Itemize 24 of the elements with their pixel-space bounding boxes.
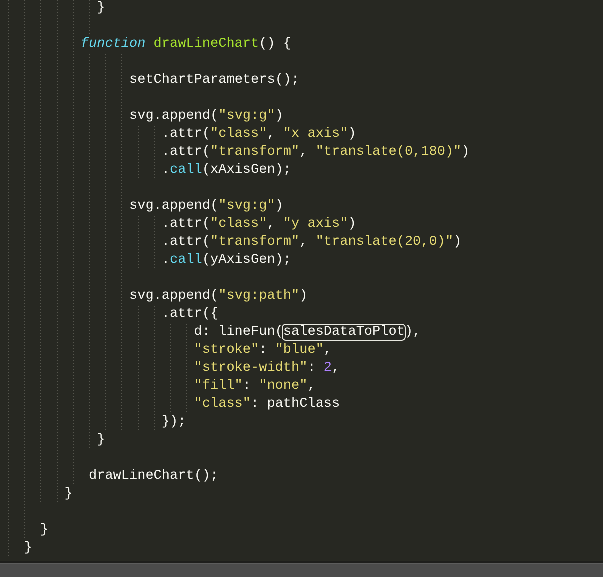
code-line: .attr("class", "y axis") bbox=[162, 216, 356, 234]
code-line: }); bbox=[162, 414, 186, 432]
code-line: d: lineFun(salesDataToPlot), bbox=[194, 324, 422, 342]
code-line: .attr("transform", "translate(20,0)") bbox=[162, 234, 462, 252]
code-line: .call(yAxisGen); bbox=[162, 252, 292, 270]
code-line: } bbox=[97, 432, 106, 450]
code-line: setChartParameters(); bbox=[130, 72, 300, 90]
code-line: svg.append("svg:path") bbox=[130, 288, 308, 306]
code-line: } bbox=[64, 486, 73, 504]
code-line: function drawLineChart() { bbox=[80, 36, 292, 54]
code-line: .attr("class", "x axis") bbox=[162, 126, 356, 144]
code-line: "fill": "none", bbox=[194, 378, 316, 396]
code-line: .attr({ bbox=[162, 306, 219, 324]
code-line: svg.append("svg:g") bbox=[130, 198, 284, 216]
code-line: } bbox=[24, 540, 32, 558]
code-line: .call(xAxisGen); bbox=[162, 162, 292, 180]
code-line: } bbox=[97, 0, 106, 18]
code-line: drawLineChart(); bbox=[89, 468, 219, 486]
code-line: "stroke": "blue", bbox=[194, 342, 332, 360]
code-line: svg.append("svg:g") bbox=[130, 108, 284, 126]
code-line: "stroke-width": 2, bbox=[194, 360, 340, 378]
code-line: "class": pathClass bbox=[194, 396, 340, 414]
code-line: .attr("transform", "translate(0,180)") bbox=[162, 144, 470, 162]
code-line: } bbox=[40, 522, 48, 540]
